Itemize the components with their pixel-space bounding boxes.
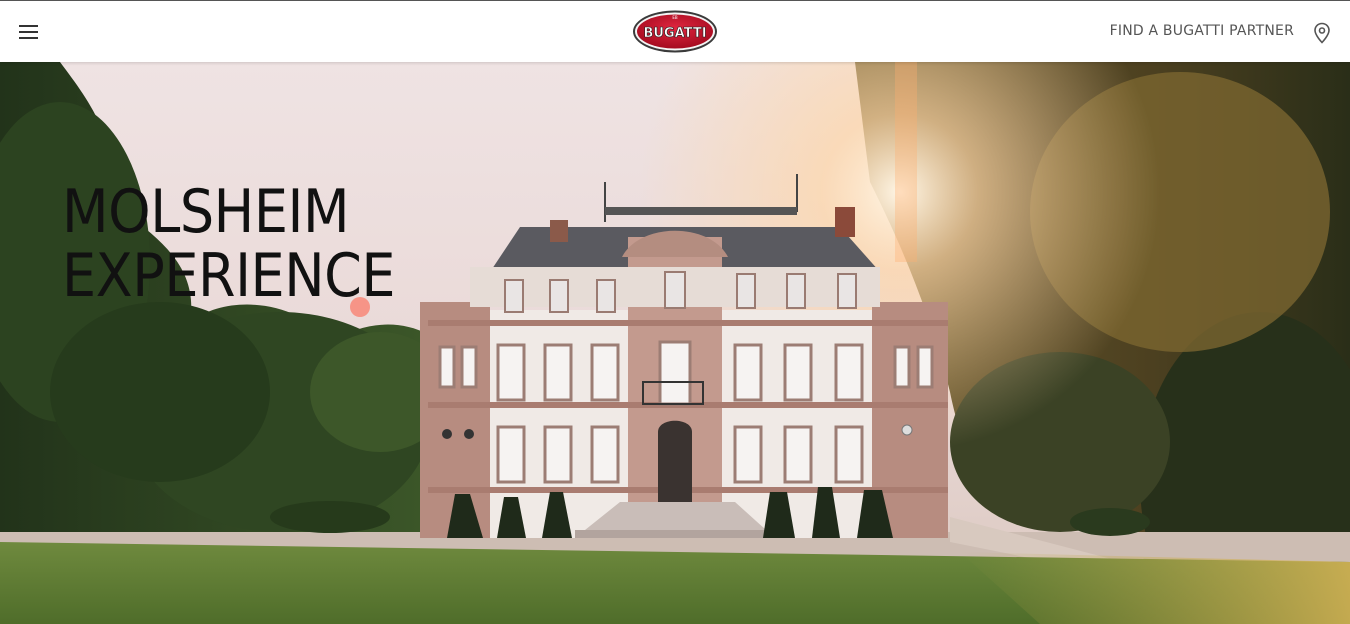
hamburger-menu-button[interactable]	[19, 23, 41, 41]
hamburger-icon-bar	[19, 37, 38, 39]
hero-title-line-2: EXPERIENCE	[62, 241, 396, 311]
location-pin-icon[interactable]	[1312, 22, 1332, 44]
hero-title-line-1: MOLSHEIM	[62, 177, 350, 247]
hamburger-icon	[19, 25, 38, 27]
logo-eb-mark: EB	[672, 15, 678, 20]
hero-title: MOLSHEIM EXPERIENCE	[62, 180, 432, 308]
hamburger-icon-bar	[19, 31, 38, 33]
find-partner-link[interactable]: FIND A BUGATTI PARTNER	[1110, 23, 1294, 39]
logo-text: BUGATTI	[643, 26, 706, 41]
chateau-hero-image	[0, 62, 1350, 624]
bugatti-logo[interactable]: BUGATTI EB	[632, 10, 718, 53]
top-navigation-bar: BUGATTI EB FIND A BUGATTI PARTNER	[0, 0, 1350, 62]
hero-section: MOLSHEIM EXPERIENCE	[0, 62, 1350, 624]
